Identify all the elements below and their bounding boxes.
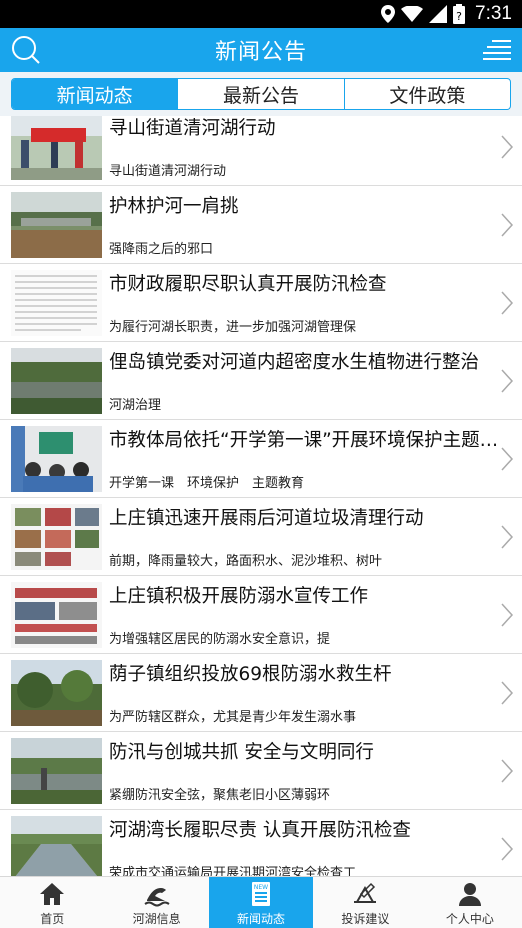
news-title: 市财政履职尽职认真开展防汛检查 — [109, 274, 387, 295]
nav-label: 新闻动态 — [237, 912, 286, 926]
news-summary: 紧绷防汛安全弦，聚焦老旧小区薄弱环 — [109, 788, 331, 803]
news-thumbnail — [11, 660, 102, 726]
news-title: 防汛与创城共抓 安全与文明同行 — [109, 742, 374, 763]
news-summary: 为增强辖区居民的防溺水安全意识，提 — [109, 632, 331, 647]
app-bar: 新闻公告 — [0, 28, 522, 72]
list-item[interactable]: 荫子镇组织投放69根防溺水救生杆 为严防辖区群众，尤其是青少年发生溺水事 — [0, 654, 522, 732]
news-summary: 强降雨之后的邪口 — [109, 242, 214, 257]
complaint-icon — [354, 882, 377, 903]
news-summary: 开学第一课 环境保护 主题教育 — [109, 476, 305, 491]
list-item[interactable]: 市教体局依托“开学第一课”开展环境保护主题教育 开学第一课 环境保护 主题教育 — [0, 420, 522, 498]
chevron-right-icon — [501, 603, 514, 627]
tab-news[interactable]: 新闻动态 — [12, 79, 179, 109]
news-thumbnail — [11, 192, 102, 258]
list-item[interactable]: 寻山街道清河湖行动 寻山街道清河湖行动 — [0, 116, 522, 186]
chevron-right-icon — [501, 837, 514, 861]
nav-label: 河湖信息 — [132, 912, 181, 926]
news-thumbnail — [11, 816, 102, 876]
person-icon — [458, 883, 481, 906]
news-icon: NEW — [252, 882, 271, 906]
news-thumbnail — [11, 738, 102, 804]
news-thumbnail — [11, 504, 102, 570]
news-thumbnail — [11, 582, 102, 648]
nav-home[interactable]: 首页 — [0, 877, 104, 928]
chevron-right-icon — [501, 759, 514, 783]
chevron-right-icon — [501, 525, 514, 549]
news-title: 上庄镇积极开展防溺水宣传工作 — [109, 586, 369, 607]
list-item[interactable]: 护林护河一肩挑 强降雨之后的邪口 — [0, 186, 522, 264]
river-info-icon — [144, 888, 170, 907]
location-icon — [381, 5, 396, 23]
news-title: 河湖湾长履职尽责 认真开展防汛检查 — [109, 820, 411, 841]
battery-icon: ? — [453, 4, 466, 24]
chevron-right-icon — [501, 681, 514, 705]
chevron-right-icon — [501, 447, 514, 471]
list-item[interactable]: 上庄镇积极开展防溺水宣传工作 为增强辖区居民的防溺水安全意识，提 — [0, 576, 522, 654]
news-title: 荫子镇组织投放69根防溺水救生杆 — [109, 664, 392, 685]
tab-bar: 新闻动态 最新公告 文件政策 — [0, 72, 522, 116]
search-icon[interactable] — [10, 34, 42, 66]
svg-text:?: ? — [456, 10, 462, 23]
nav-label: 投诉建议 — [341, 912, 390, 926]
signal-icon — [429, 5, 448, 23]
news-thumbnail — [11, 270, 102, 336]
wifi-icon — [401, 6, 424, 22]
nav-label: 首页 — [40, 912, 65, 926]
news-thumbnail — [11, 348, 102, 414]
status-time: 7:31 — [475, 3, 512, 24]
bottom-nav: 首页 河湖信息 NEW 新闻动态 投诉建议 个人中心 — [0, 876, 522, 928]
news-title: 市教体局依托“开学第一课”开展环境保护主题教育 — [109, 430, 501, 451]
nav-profile[interactable]: 个人中心 — [418, 877, 522, 928]
status-bar: ? 7:31 — [0, 0, 522, 28]
list-item[interactable]: 防汛与创城共抓 安全与文明同行 紧绷防汛安全弦，聚焦老旧小区薄弱环 — [0, 732, 522, 810]
tab-announcements[interactable]: 最新公告 — [178, 79, 345, 109]
news-summary: 河湖治理 — [109, 398, 162, 413]
chevron-right-icon — [501, 291, 514, 315]
list-item[interactable]: 俚岛镇党委对河道内超密度水生植物进行整治 河湖治理 — [0, 342, 522, 420]
news-summary: 前期，降雨量较大，路面积水、泥沙堆积、树叶 — [109, 554, 383, 569]
menu-icon[interactable] — [482, 36, 512, 64]
nav-label: 个人中心 — [445, 912, 494, 926]
home-icon — [40, 883, 65, 905]
news-title: 俚岛镇党委对河道内超密度水生植物进行整治 — [109, 352, 480, 373]
list-item[interactable]: 市财政履职尽职认真开展防汛检查 为履行河湖长职责，进一步加强河湖管理保 — [0, 264, 522, 342]
news-title: 上庄镇迅速开展雨后河道垃圾清理行动 — [109, 508, 424, 529]
news-title: 护林护河一肩挑 — [109, 196, 239, 217]
chevron-right-icon — [501, 369, 514, 393]
chevron-right-icon — [501, 213, 514, 237]
news-list: 寻山街道清河湖行动 寻山街道清河湖行动 护林护河一肩挑 强降雨之后的邪口 市财政… — [0, 116, 522, 876]
news-summary: 荣成市交通运输局开展汛期河湾安全检查工 — [109, 866, 357, 876]
nav-news[interactable]: NEW 新闻动态 — [208, 877, 314, 928]
news-thumbnail — [11, 116, 102, 180]
page-title: 新闻公告 — [214, 40, 307, 65]
nav-river-info[interactable]: 河湖信息 — [104, 877, 208, 928]
news-summary: 为履行河湖长职责，进一步加强河湖管理保 — [109, 320, 357, 335]
chevron-right-icon — [501, 135, 514, 159]
list-item[interactable]: 上庄镇迅速开展雨后河道垃圾清理行动 前期，降雨量较大，路面积水、泥沙堆积、树叶 — [0, 498, 522, 576]
news-thumbnail — [11, 426, 102, 492]
tab-policies[interactable]: 文件政策 — [345, 79, 510, 109]
news-summary: 为严防辖区群众，尤其是青少年发生溺水事 — [109, 710, 357, 725]
list-item[interactable]: 河湖湾长履职尽责 认真开展防汛检查 荣成市交通运输局开展汛期河湾安全检查工 — [0, 810, 522, 876]
nav-complaint[interactable]: 投诉建议 — [313, 877, 417, 928]
news-title: 寻山街道清河湖行动 — [109, 118, 276, 139]
news-summary: 寻山街道清河湖行动 — [109, 164, 227, 179]
svg-text:NEW: NEW — [254, 884, 268, 891]
